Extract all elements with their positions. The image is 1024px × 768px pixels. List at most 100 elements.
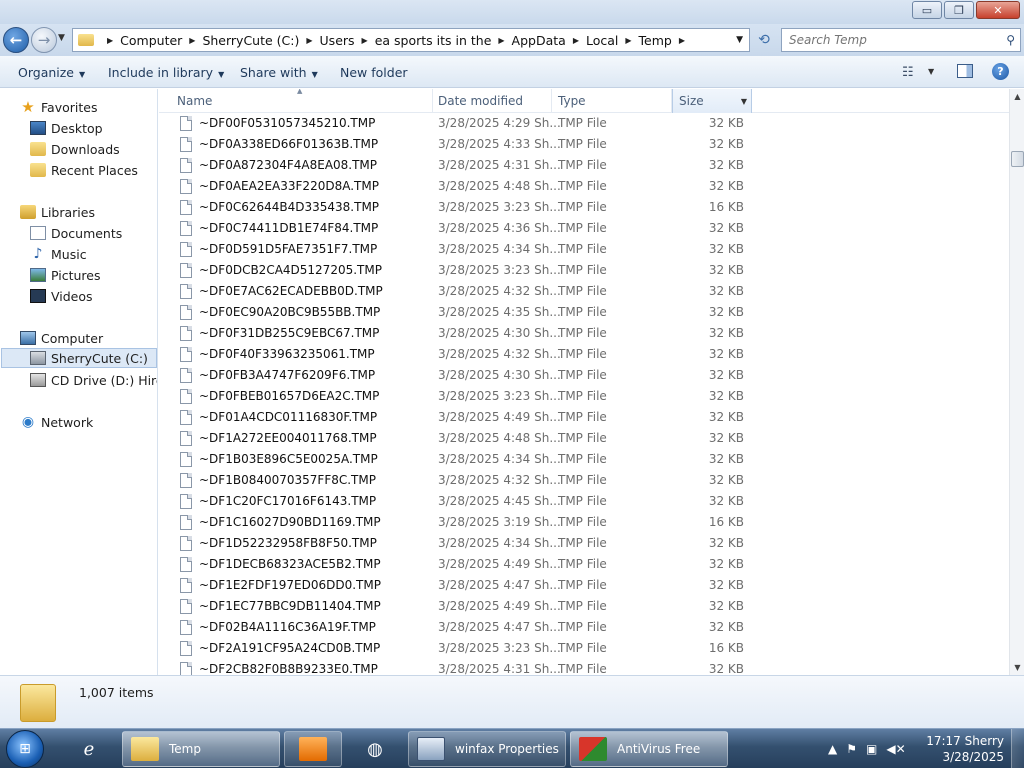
file-row[interactable]: ~DF1DECB68323ACE5B2.TMP 3/28/2025 4:49 Sh… [159,554,1009,575]
refresh-button[interactable]: ⟲ [752,28,776,52]
column-name[interactable]: Name [171,89,433,113]
vertical-scrollbar[interactable]: ▲ ▼ [1009,89,1024,675]
file-row[interactable]: ~DF0C62644B4D335438.TMP 3/28/2025 3:23 Sh… [159,197,1009,218]
new-folder-button[interactable]: New folder [340,65,408,80]
minimize-button[interactable]: ▭ [912,1,942,19]
nav-recent-places[interactable]: Recent Places [30,160,157,180]
nav-computer[interactable]: Computer [20,328,157,348]
chevron-right-icon[interactable]: ▶ [306,36,312,45]
crumb-computer[interactable]: Computer [120,33,182,48]
chevron-right-icon[interactable]: ▶ [107,36,113,45]
nav-desktop[interactable]: Desktop [30,118,157,138]
file-row[interactable]: ~DF1B0840070357FF8C.TMP 3/28/2025 4:32 Sh… [159,470,1009,491]
crumb-users[interactable]: Users [320,33,355,48]
chevron-right-icon[interactable]: ▶ [573,36,579,45]
nav-pictures[interactable]: Pictures [30,265,157,285]
file-row[interactable]: ~DF0EC90A20BC9B55BB.TMP 3/28/2025 4:35 Sh… [159,302,1009,323]
file-size: 32 KB [708,137,744,151]
file-row[interactable]: ~DF0FBEB01657D6EA2C.TMP 3/28/2025 3:23 Sh… [159,386,1009,407]
address-dropdown[interactable]: ▼ [736,35,743,45]
file-row[interactable]: ~DF0FB3A4747F6209F6.TMP 3/28/2025 4:30 Sh… [159,365,1009,386]
file-row[interactable]: ~DF0A338ED66F01363B.TMP 3/28/2025 4:33 Sh… [159,134,1009,155]
search-box[interactable]: ⚲ [781,28,1021,52]
file-row[interactable]: ~DF1EC77BBC9DB11404.TMP 3/28/2025 4:49 Sh… [159,596,1009,617]
crumb-local[interactable]: Local [586,33,618,48]
preview-pane-icon[interactable] [957,64,973,78]
address-bar[interactable]: ▶ Computer ▶ SherryCute (C:) ▶ Users ▶ e… [72,28,750,52]
nav-c-drive[interactable]: SherryCute (C:) [1,348,157,368]
nav-favorites[interactable]: ★ Favorites [20,97,157,117]
forward-button[interactable]: → [31,27,57,53]
nav-network[interactable]: ◉ Network [20,412,157,432]
file-row[interactable]: ~DF1C16027D90BD1169.TMP 3/28/2025 3:19 Sh… [159,512,1009,533]
scroll-down-icon[interactable]: ▼ [1010,660,1024,675]
chevron-right-icon[interactable]: ▶ [189,36,195,45]
start-button[interactable]: ⊞ [6,730,44,768]
globe-app-icon[interactable]: ◍ [350,732,400,766]
nav-downloads[interactable]: Downloads [30,139,157,159]
column-size[interactable]: Size ▼ [672,89,752,113]
file-row[interactable]: ~DF1D52232958FB8F50.TMP 3/28/2025 4:34 Sh… [159,533,1009,554]
file-row[interactable]: ~DF2A191CF95A24CD0B.TMP 3/28/2025 3:23 Sh… [159,638,1009,659]
crumb-temp[interactable]: Temp [639,33,672,48]
network-status-icon[interactable]: ▣ [866,742,877,756]
file-row[interactable]: ~DF02B4A1116C36A19F.TMP 3/28/2025 4:47 Sh… [159,617,1009,638]
nav-d-drive[interactable]: CD Drive (D:) Hiren's [30,370,157,390]
taskbar-button-winfax[interactable]: winfax Properties [408,731,566,767]
internet-explorer-icon[interactable]: ℯ [64,732,114,766]
organize-menu[interactable]: Organize ▼ [18,65,85,80]
file-row[interactable]: ~DF1E2FDF197ED06DD0.TMP 3/28/2025 4:47 Sh… [159,575,1009,596]
file-row[interactable]: ~DF1A272EE004011768.TMP 3/28/2025 4:48 Sh… [159,428,1009,449]
nav-videos[interactable]: Videos [30,286,157,306]
file-row[interactable]: ~DF0E7AC62ECADEBB0D.TMP 3/28/2025 4:32 Sh… [159,281,1009,302]
file-row[interactable]: ~DF0A872304F4A8EA08.TMP 3/28/2025 4:31 Sh… [159,155,1009,176]
include-in-library-menu[interactable]: Include in library ▼ [108,65,224,80]
crumb-appdata[interactable]: AppData [512,33,566,48]
network-icon: ◉ [21,414,35,430]
taskbar-button-temp[interactable]: Temp [122,731,280,767]
file-row[interactable]: ~DF1C20FC17016F6143.TMP 3/28/2025 4:45 Sh… [159,491,1009,512]
column-type[interactable]: Type [552,89,672,113]
file-row[interactable]: ~DF0DCB2CA4D5127205.TMP 3/28/2025 3:23 Sh… [159,260,1009,281]
file-row[interactable]: ~DF2CB82F0B8B9233E0.TMP 3/28/2025 4:31 Sh… [159,659,1009,675]
chevron-down-icon[interactable]: ▼ [741,97,747,106]
crumb-user[interactable]: ea sports its in the [375,33,492,48]
scroll-up-icon[interactable]: ▲ [1010,89,1024,104]
action-center-flag-icon[interactable]: ⚑ [846,742,857,756]
recent-pages-dropdown[interactable]: ▼ [58,33,65,43]
taskbar-button-antivirus[interactable]: AntiVirus Free [570,731,728,767]
chevron-right-icon[interactable]: ▶ [498,36,504,45]
show-desktop-button[interactable] [1011,729,1024,768]
nav-libraries[interactable]: Libraries [20,202,157,222]
nav-documents[interactable]: Documents [30,223,157,243]
file-row[interactable]: ~DF01A4CDC01116830F.TMP 3/28/2025 4:49 Sh… [159,407,1009,428]
clock[interactable]: 17:17 Sherry 3/28/2025 [924,733,1004,765]
maximize-button[interactable]: ❐ [944,1,974,19]
view-options-dropdown[interactable]: ▼ [928,67,934,76]
column-date-modified[interactable]: Date modified [432,89,552,113]
file-row[interactable]: ~DF0F31DB255C9EBC67.TMP 3/28/2025 4:30 Sh… [159,323,1009,344]
chevron-right-icon[interactable]: ▶ [679,36,685,45]
file-name: ~DF0C62644B4D335438.TMP [199,200,380,214]
show-hidden-icons-icon[interactable]: ▲ [828,742,837,756]
help-icon[interactable]: ? [992,63,1009,80]
chevron-right-icon[interactable]: ▶ [362,36,368,45]
file-row[interactable]: ~DF0D591D5FAE7351F7.TMP 3/28/2025 4:34 Sh… [159,239,1009,260]
share-with-menu[interactable]: Share with ▼ [240,65,318,80]
volume-muted-icon[interactable]: ◀✕ [886,742,905,756]
chevron-right-icon[interactable]: ▶ [625,36,631,45]
scrollbar-thumb[interactable] [1011,151,1024,167]
file-row[interactable]: ~DF0F40F33963235061.TMP 3/28/2025 4:32 Sh… [159,344,1009,365]
close-button[interactable]: ✕ [976,1,1020,19]
change-view-icon[interactable]: ☷ [902,65,914,80]
file-row[interactable]: ~DF0C74411DB1E74F84.TMP 3/28/2025 4:36 Sh… [159,218,1009,239]
nav-music[interactable]: ♪ Music [30,244,157,264]
file-row[interactable]: ~DF0AEA2EA33F220D8A.TMP 3/28/2025 4:48 Sh… [159,176,1009,197]
crumb-c-drive[interactable]: SherryCute (C:) [202,33,299,48]
back-button[interactable]: ← [3,27,29,53]
search-icon[interactable]: ⚲ [1006,33,1015,47]
search-input[interactable] [782,33,992,47]
taskbar-button-media-player[interactable] [284,731,342,767]
file-row[interactable]: ~DF1B03E896C5E0025A.TMP 3/28/2025 4:34 Sh… [159,449,1009,470]
file-row[interactable]: ~DF00F0531057345210.TMP 3/28/2025 4:29 Sh… [159,113,1009,134]
